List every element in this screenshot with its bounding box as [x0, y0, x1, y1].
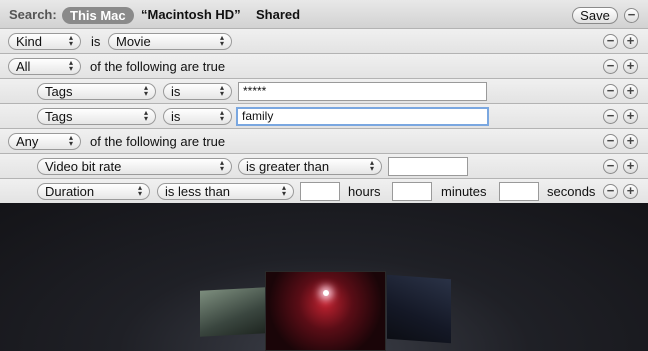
updown-arrows-icon: ▴ ▾	[219, 33, 224, 48]
minus-circle-icon[interactable]: −	[603, 109, 618, 124]
rule-row-bitrate: Video bit rate ▴ ▾ is greater than ▴ ▾ − +	[0, 154, 648, 179]
updown-arrows-icon: ▴ ▾	[143, 83, 148, 98]
updown-arrows-icon: ▴ ▾	[281, 183, 286, 198]
attribute-popup[interactable]: Tags ▴ ▾	[37, 83, 156, 100]
plus-circle-icon[interactable]: +	[623, 59, 638, 74]
scope-this-mac[interactable]: This Mac	[62, 7, 134, 24]
rule-row-duration: Duration ▴ ▾ is less than ▴ ▾ hours minutes …	[0, 179, 648, 204]
operator-popup[interactable]: is less than ▴ ▾	[157, 183, 294, 200]
plus-circle-icon[interactable]: +	[623, 184, 638, 199]
value-popup[interactable]: Movie ▴ ▾	[108, 33, 232, 50]
updown-arrows-icon: ▴ ▾	[219, 108, 224, 123]
updown-arrows-icon: ▴ ▾	[219, 158, 224, 173]
minus-circle-icon[interactable]: −	[603, 134, 618, 149]
movie-thumbnail-center[interactable]	[265, 271, 386, 351]
minus-circle-icon[interactable]: −	[603, 159, 618, 174]
plus-circle-icon[interactable]: +	[623, 159, 638, 174]
seconds-label: seconds	[547, 184, 596, 199]
plus-circle-icon[interactable]: +	[623, 84, 638, 99]
operator-label: is	[91, 34, 101, 49]
attribute-popup[interactable]: Duration ▴ ▾	[37, 183, 150, 200]
updown-arrows-icon: ▴ ▾	[68, 133, 73, 148]
attribute-popup[interactable]: Tags ▴ ▾	[37, 108, 156, 125]
rule-row-kind: Kind ▴ ▾ is Movie ▴ ▾ − +	[0, 29, 648, 54]
scope-shared[interactable]: Shared	[256, 2, 300, 27]
operator-popup[interactable]: is ▴ ▾	[163, 83, 232, 100]
cover-flow-preview[interactable]	[0, 203, 648, 351]
movie-thumbnail-right[interactable]	[387, 274, 451, 344]
save-button[interactable]: Save	[572, 7, 618, 24]
attribute-popup[interactable]: Kind ▴ ▾	[8, 33, 81, 50]
updown-arrows-icon: ▴ ▾	[143, 108, 148, 123]
plus-circle-icon[interactable]: +	[623, 134, 638, 149]
scope-macintosh-hd[interactable]: “Macintosh HD”	[141, 2, 241, 27]
stage-light-icon	[323, 290, 329, 296]
tags-value-field[interactable]: family	[236, 107, 489, 126]
search-label: Search:	[9, 7, 57, 22]
rule-row-tags-1: Tags ▴ ▾ is ▴ ▾ ***** − +	[0, 79, 648, 104]
group-mode-popup[interactable]: All ▴ ▾	[8, 58, 81, 75]
operator-popup[interactable]: is ▴ ▾	[163, 108, 232, 125]
minutes-field[interactable]	[392, 182, 432, 201]
rule-row-tags-2: Tags ▴ ▾ is ▴ ▾ family − +	[0, 104, 648, 129]
group-mode-popup[interactable]: Any ▴ ▾	[8, 133, 81, 150]
rule-row-group-any: Any ▴ ▾ of the following are true − +	[0, 129, 648, 154]
hours-label: hours	[348, 184, 381, 199]
updown-arrows-icon: ▴ ▾	[137, 183, 142, 198]
minutes-label: minutes	[441, 184, 487, 199]
updown-arrows-icon: ▴ ▾	[68, 33, 73, 48]
bitrate-value-field[interactable]	[388, 157, 468, 176]
minus-circle-icon[interactable]: −	[603, 184, 618, 199]
updown-arrows-icon: ▴ ▾	[369, 158, 374, 173]
operator-popup[interactable]: is greater than ▴ ▾	[238, 158, 382, 175]
search-scope-bar: Search: This Mac “Macintosh HD” Shared S…	[0, 0, 648, 29]
seconds-field[interactable]	[499, 182, 539, 201]
minus-circle-icon[interactable]: −	[603, 59, 618, 74]
rule-row-group-all: All ▴ ▾ of the following are true − +	[0, 54, 648, 79]
updown-arrows-icon: ▴ ▾	[68, 58, 73, 73]
movie-thumbnail-left[interactable]	[200, 287, 266, 337]
updown-arrows-icon: ▴ ▾	[219, 83, 224, 98]
close-search-minus-icon[interactable]: −	[624, 8, 639, 23]
hours-field[interactable]	[300, 182, 340, 201]
tags-value-field[interactable]: *****	[238, 82, 487, 101]
plus-circle-icon[interactable]: +	[623, 34, 638, 49]
group-label: of the following are true	[90, 59, 226, 74]
minus-circle-icon[interactable]: −	[603, 84, 618, 99]
plus-circle-icon[interactable]: +	[623, 109, 638, 124]
attribute-popup[interactable]: Video bit rate ▴ ▾	[37, 158, 232, 175]
minus-circle-icon[interactable]: −	[603, 34, 618, 49]
group-label: of the following are true	[90, 134, 226, 149]
